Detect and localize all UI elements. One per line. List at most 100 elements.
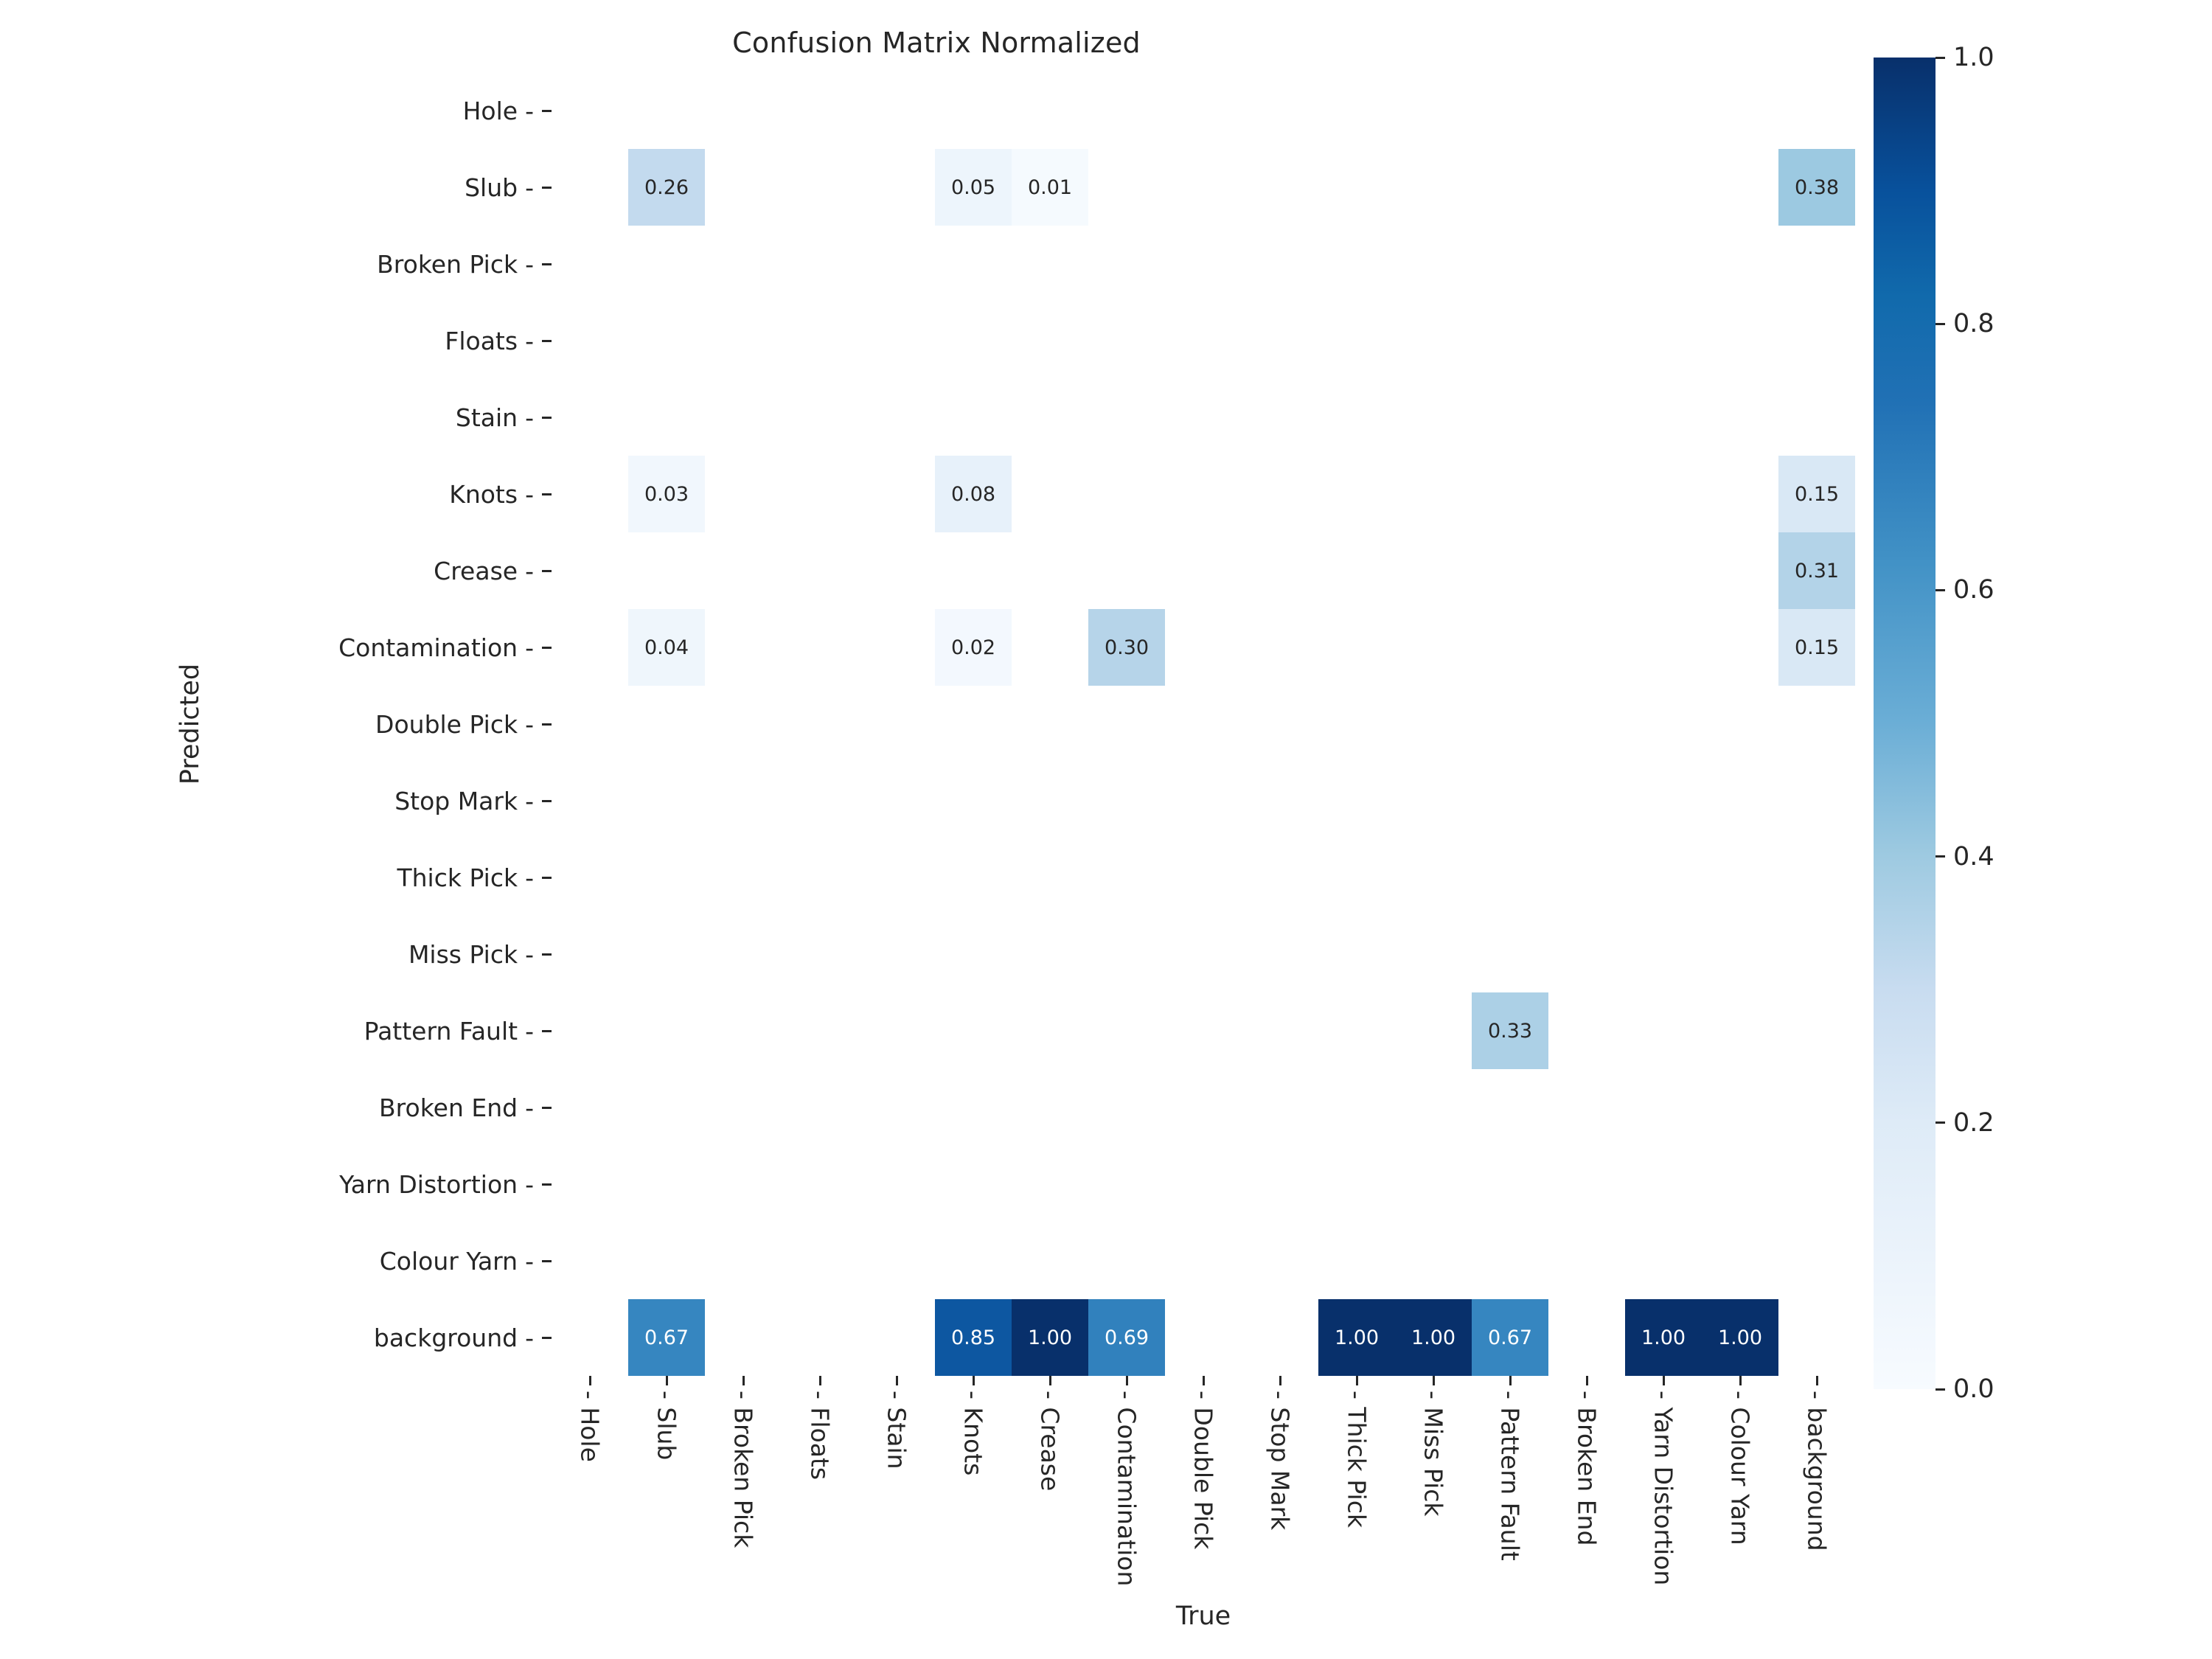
y-tick-mark [542,876,552,879]
heatmap-cell-value: 1.00 [1411,1326,1456,1349]
heatmap-cell-value: 0.31 [1794,559,1840,582]
heatmap-cell [1702,149,1778,226]
heatmap-cell [1472,839,1548,916]
x-tick-label: - Yarn Distortion [1649,1391,1678,1586]
heatmap-cell [1242,302,1318,379]
heatmap-cell [1318,1069,1395,1146]
heatmap-cell [1318,302,1395,379]
heatmap-cell [1395,762,1472,839]
heatmap-cell [1165,609,1242,686]
y-tick-label: Miss Pick - [0,916,543,992]
heatmap-cell [1778,1299,1855,1376]
heatmap-cell [935,379,1012,456]
x-tick-label: - Stain [882,1391,911,1470]
heatmap-grid: 0.26 0.05 0.01 0.38 0.03 0.08 0.15 0.31 0.04 0.02… [552,72,1855,1376]
heatmap-cell [1395,226,1472,302]
heatmap-cell [1702,302,1778,379]
heatmap-cell [705,1222,782,1299]
heatmap-cell [1702,532,1778,609]
confusion-matrix-figure: Confusion Matrix Normalized Predicted Tr… [0,0,2212,1659]
colorbar[interactable]: 0.0 0.2 0.4 0.6 0.8 1.0 [1874,43,1994,1404]
heatmap-cell [1088,1146,1165,1222]
x-tick-label: - Broken Pick [728,1391,758,1548]
heatmap-cell [1318,762,1395,839]
heatmap-cell [782,992,858,1069]
heatmap-cell [552,532,628,609]
heatmap-cell [1165,992,1242,1069]
colorbar-tick-label: 0.2 [1953,1107,1994,1138]
heatmap-cell [628,1222,705,1299]
heatmap-cell [1702,609,1778,686]
heatmap-cell-value: 1.00 [1334,1326,1380,1349]
heatmap-cell [1395,1222,1472,1299]
heatmap-cell [1625,226,1702,302]
heatmap-cell [1625,1146,1702,1222]
heatmap-cell [705,226,782,302]
heatmap-cell [1702,72,1778,149]
heatmap-cell [1778,1146,1855,1222]
heatmap-cell [1318,686,1395,762]
heatmap-cell [1548,72,1625,149]
y-tick-mark [542,1259,552,1262]
heatmap-cell [1395,609,1472,686]
heatmap-cell [705,916,782,992]
heatmap-cell [1012,456,1088,532]
heatmap-cell [1242,379,1318,456]
heatmap-cell [1012,532,1088,609]
heatmap-cell [858,149,935,226]
y-tick-label-text: Double Pick [375,709,518,739]
heatmap-cell [1472,762,1548,839]
heatmap-cell [1088,839,1165,916]
heatmap-cell [1318,1222,1395,1299]
y-tick-mark [542,109,552,112]
heatmap-cell [628,1146,705,1222]
heatmap-cell [1702,456,1778,532]
heatmap-cell [552,1299,628,1376]
heatmap-cell-value: 1.00 [1641,1326,1686,1349]
heatmap-cell [552,379,628,456]
heatmap-cell-value: 0.26 [644,175,689,199]
heatmap-cell [935,532,1012,609]
heatmap-cell [1242,916,1318,992]
heatmap-cell [1548,532,1625,609]
colorbar-tick-mark [1935,1388,1945,1391]
heatmap-cell [1088,379,1165,456]
heatmap-cell [628,226,705,302]
y-tick-label-text: Stain [455,403,518,432]
heatmap-cell [705,456,782,532]
heatmap-cell [1548,686,1625,762]
heatmap-cell [1165,379,1242,456]
x-tick-label: - Floats [805,1391,835,1481]
y-tick-dash: - [525,403,534,432]
heatmap-cell: 1.00 [1625,1299,1702,1376]
x-tick-label: - Hole [575,1391,605,1462]
heatmap-cell [628,762,705,839]
y-tick-dash: - [525,96,534,125]
heatmap-cell: 0.67 [1472,1299,1548,1376]
heatmap-cell [1165,72,1242,149]
y-tick-label-text: Yarn Distortion [339,1169,518,1199]
y-tick-dash: - [525,249,534,279]
heatmap-cell: 0.67 [628,1299,705,1376]
x-tick-mark [1432,1376,1435,1385]
heatmap-cell [1778,916,1855,992]
y-tick-label: Hole - [0,72,543,149]
heatmap-cell [1165,1299,1242,1376]
x-tick-label: - Crease [1035,1391,1065,1492]
heatmap-cell [705,532,782,609]
heatmap-cell [1242,1299,1318,1376]
y-tick-mark [542,646,552,649]
x-tick-slot: - Miss Pick [1395,1376,1472,1597]
heatmap-cell [1625,149,1702,226]
y-tick-mark [542,339,552,342]
heatmap-cell [1165,686,1242,762]
heatmap-cell-value: 0.15 [1794,636,1840,659]
y-tick-label: Broken Pick - [0,226,543,302]
heatmap-cell: 0.08 [935,456,1012,532]
heatmap-cell [552,226,628,302]
heatmap-cell [1395,379,1472,456]
y-tick-label: Contamination - [0,609,543,686]
heatmap-cell: 0.30 [1088,609,1165,686]
heatmap-cell [858,1299,935,1376]
y-tick-label-text: Pattern Fault [364,1016,518,1046]
